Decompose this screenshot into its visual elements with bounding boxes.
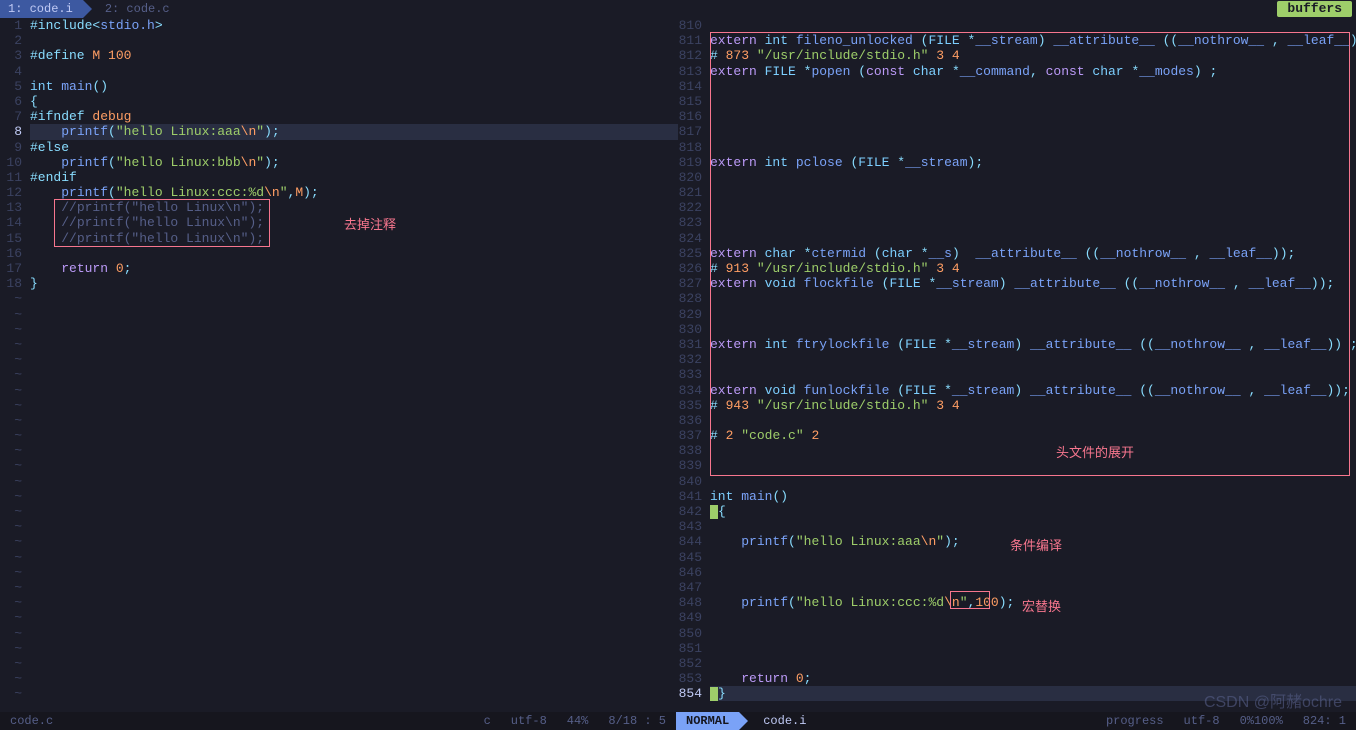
code-line[interactable]: [30, 246, 678, 261]
code-line[interactable]: [710, 109, 1356, 124]
code-line[interactable]: {: [30, 94, 678, 109]
left-code[interactable]: #include<stdio.h> #define M 100 int main()…: [30, 18, 678, 712]
code-line[interactable]: }: [30, 276, 678, 291]
code-line[interactable]: [710, 79, 1356, 94]
left-pane[interactable]: 123456789101112131415161718~~~~~~~~~~~~~…: [0, 18, 678, 712]
status-left: code.c c utf-8 44% 8/18 : 5: [0, 712, 676, 730]
code-line[interactable]: [710, 580, 1356, 595]
code-line[interactable]: [710, 185, 1356, 200]
code-line[interactable]: int main(): [710, 489, 1356, 504]
code-line[interactable]: [710, 367, 1356, 382]
code-line[interactable]: int main(): [30, 79, 678, 94]
annotation-header-expand: 头文件的展开: [1056, 442, 1134, 461]
code-line[interactable]: printf("hello Linux:aaa\n");: [30, 124, 678, 139]
tab-code-c[interactable]: 2: code.c: [97, 0, 180, 18]
status-file-right: code.i: [753, 712, 816, 730]
code-line[interactable]: [710, 474, 1356, 489]
code-line[interactable]: [710, 322, 1356, 337]
code-line[interactable]: return 0;: [30, 261, 678, 276]
tab-code-i[interactable]: 1: code.i: [0, 0, 83, 18]
status-filetype: c: [474, 712, 501, 730]
right-gutter: 8108118128138148158168178188198208218228…: [678, 18, 710, 712]
status-percent-right: 0%100%: [1230, 712, 1293, 730]
left-gutter: 123456789101112131415161718~~~~~~~~~~~~~…: [0, 18, 30, 712]
code-line[interactable]: #else: [30, 140, 678, 155]
code-line[interactable]: [710, 352, 1356, 367]
status-position-left: 8/18 : 5: [598, 712, 676, 730]
status-file-left: code.c: [0, 712, 63, 730]
code-line[interactable]: [710, 231, 1356, 246]
code-line[interactable]: [710, 18, 1356, 33]
code-line[interactable]: [710, 291, 1356, 306]
code-line[interactable]: extern int ftrylockfile (FILE *__stream)…: [710, 337, 1356, 352]
status-right: NORMAL code.i progress utf-8 0%100% 824:…: [676, 712, 1356, 730]
code-line[interactable]: extern FILE *popen (const char *__comman…: [710, 64, 1356, 79]
status-percent-left: 44%: [557, 712, 599, 730]
annotation-remove-comments: 去掉注释: [344, 214, 396, 233]
code-line[interactable]: [710, 413, 1356, 428]
status-progress: progress: [1096, 712, 1174, 730]
code-line[interactable]: [710, 443, 1356, 458]
annotation-cond-compile: 条件编译: [1010, 535, 1062, 554]
code-line[interactable]: # 2 "code.c" 2: [710, 428, 1356, 443]
code-line[interactable]: [710, 307, 1356, 322]
code-line[interactable]: # 873 "/usr/include/stdio.h" 3 4: [710, 48, 1356, 63]
code-line[interactable]: [710, 124, 1356, 139]
right-code[interactable]: extern int fileno_unlocked (FILE *__stre…: [710, 18, 1356, 712]
code-line[interactable]: # 943 "/usr/include/stdio.h" 3 4: [710, 398, 1356, 413]
buffers-indicator[interactable]: buffers: [1277, 1, 1352, 17]
code-line[interactable]: extern void funlockfile (FILE *__stream)…: [710, 383, 1356, 398]
code-line[interactable]: return 0;: [710, 671, 1356, 686]
editor-split: 123456789101112131415161718~~~~~~~~~~~~~…: [0, 18, 1356, 712]
code-line[interactable]: [710, 626, 1356, 641]
code-line[interactable]: #ifndef debug: [30, 109, 678, 124]
code-line[interactable]: {: [710, 504, 1356, 519]
right-pane[interactable]: 8108118128138148158168178188198208218228…: [678, 18, 1356, 712]
tabline: 1: code.i 2: code.c buffers: [0, 0, 1356, 18]
watermark: CSDN @阿赭ochre: [1204, 688, 1342, 712]
mode-indicator: NORMAL: [676, 712, 739, 730]
code-line[interactable]: [710, 565, 1356, 580]
code-line[interactable]: [30, 64, 678, 79]
code-line[interactable]: extern char *ctermid (char *__s) __attri…: [710, 246, 1356, 261]
code-line[interactable]: [710, 641, 1356, 656]
code-line[interactable]: extern int pclose (FILE *__stream);: [710, 155, 1356, 170]
status-encoding-right: utf-8: [1174, 712, 1230, 730]
status-position-right: 824: 1: [1293, 712, 1356, 730]
code-line[interactable]: [710, 656, 1356, 671]
code-line[interactable]: extern int fileno_unlocked (FILE *__stre…: [710, 33, 1356, 48]
code-line[interactable]: #include<stdio.h>: [30, 18, 678, 33]
code-line[interactable]: #define M 100: [30, 48, 678, 63]
code-line[interactable]: # 913 "/usr/include/stdio.h" 3 4: [710, 261, 1356, 276]
code-line[interactable]: [710, 215, 1356, 230]
code-line[interactable]: [710, 140, 1356, 155]
code-line[interactable]: printf("hello Linux:ccc:%d\n",M);: [30, 185, 678, 200]
annotation-macro-replace: 宏替换: [1022, 596, 1061, 615]
code-line[interactable]: extern void flockfile (FILE *__stream) _…: [710, 276, 1356, 291]
code-line[interactable]: [710, 519, 1356, 534]
code-line[interactable]: [30, 33, 678, 48]
code-line[interactable]: printf("hello Linux:bbb\n");: [30, 155, 678, 170]
code-line[interactable]: #endif: [30, 170, 678, 185]
code-line[interactable]: [710, 200, 1356, 215]
code-line[interactable]: [710, 458, 1356, 473]
status-encoding-left: utf-8: [501, 712, 557, 730]
code-line[interactable]: [710, 94, 1356, 109]
code-line[interactable]: [710, 170, 1356, 185]
